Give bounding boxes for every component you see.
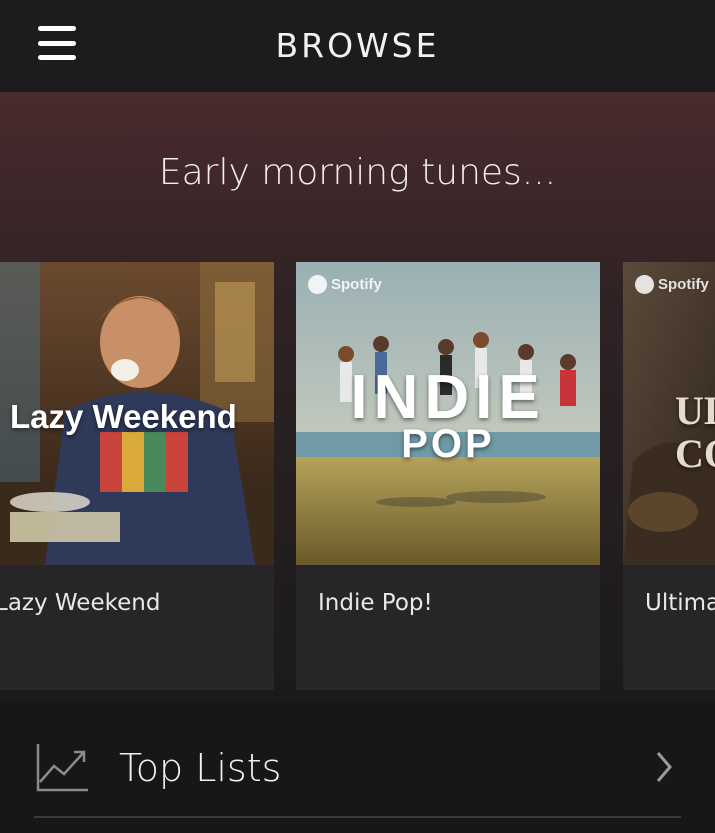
chevron-right-icon [656, 752, 672, 782]
section-title: Early morning tunes... [158, 152, 557, 193]
playlist-title: Lazy Weekend [0, 590, 161, 616]
cover-title-line2: POP [401, 422, 495, 466]
playlist-card-ultimate[interactable]: Spotify UL CO Ultima [623, 262, 715, 690]
playlist-title: Ultima [645, 590, 715, 616]
playlist-cover-image: Spotify INDIE POP [296, 262, 600, 565]
playlist-card-indie-pop[interactable]: Spotify INDIE POP Indie Pop! [296, 262, 600, 690]
top-lists-label: Top Lists [119, 746, 282, 790]
trending-chart-icon [36, 744, 88, 792]
top-lists-row[interactable]: Top Lists [0, 702, 715, 833]
spotify-logo-icon [635, 275, 654, 294]
cover-title-line1: UL [675, 388, 715, 433]
playlist-card-lazy-weekend[interactable]: Lazy Weekend Lazy Weekend [0, 262, 274, 690]
playlist-cover-image: Spotify UL CO [623, 262, 715, 565]
divider [34, 816, 681, 818]
spotify-logo: Spotify [635, 275, 709, 294]
spotify-logo-icon [308, 275, 327, 294]
cover-title: Lazy Weekend [10, 398, 237, 435]
cover-title-line2: CO [675, 431, 715, 476]
page-title: BROWSE [275, 26, 440, 65]
playlist-title: Indie Pop! [318, 590, 433, 616]
spotify-logo: Spotify [308, 275, 382, 294]
top-bar: BROWSE [0, 0, 715, 92]
playlist-cover-image: Lazy Weekend [0, 262, 274, 565]
